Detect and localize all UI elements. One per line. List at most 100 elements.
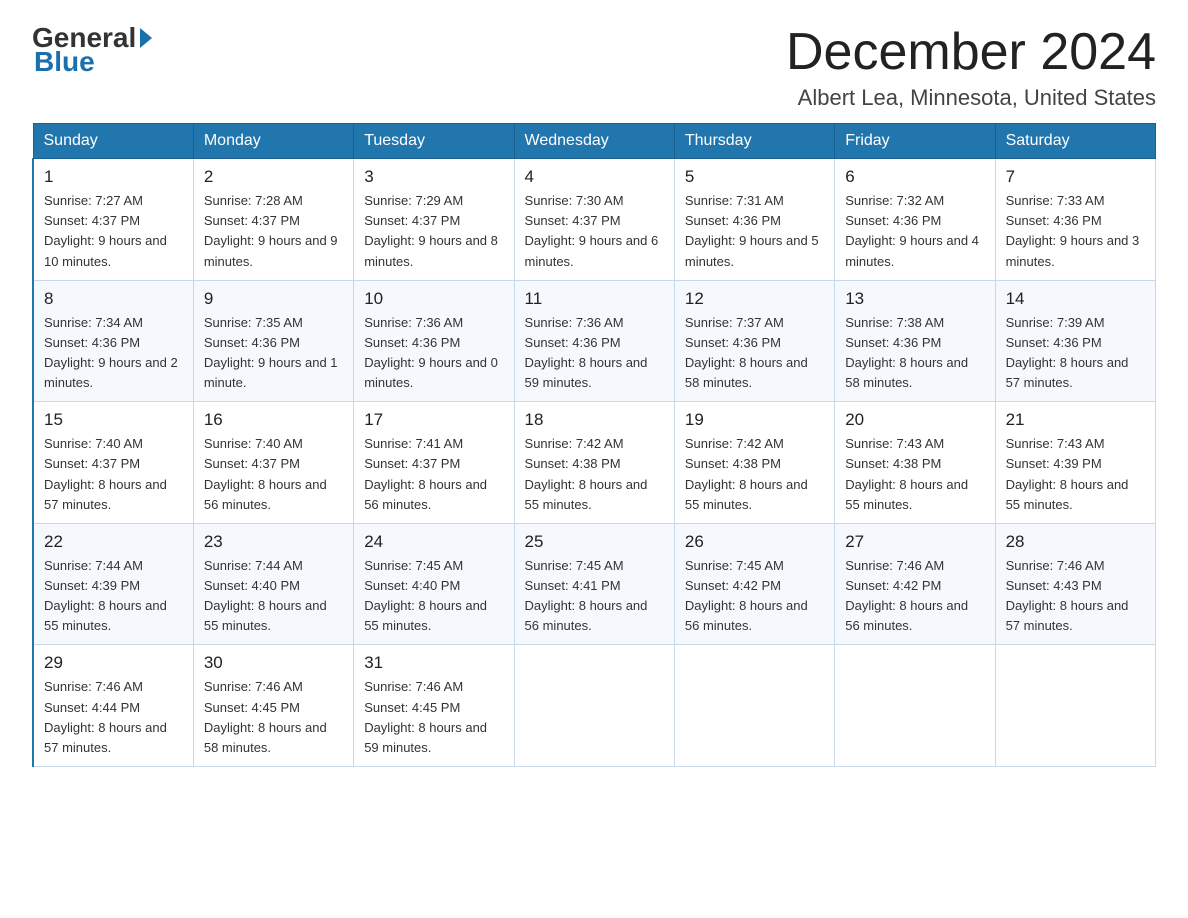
day-info: Sunrise: 7:45 AMSunset: 4:40 PMDaylight:… — [364, 558, 487, 633]
day-number: 11 — [525, 289, 664, 309]
calendar-cell: 22 Sunrise: 7:44 AMSunset: 4:39 PMDaylig… — [33, 523, 193, 645]
day-number: 23 — [204, 532, 343, 552]
day-number: 13 — [845, 289, 984, 309]
calendar-cell — [514, 645, 674, 767]
day-info: Sunrise: 7:38 AMSunset: 4:36 PMDaylight:… — [845, 315, 968, 390]
day-number: 12 — [685, 289, 824, 309]
day-info: Sunrise: 7:32 AMSunset: 4:36 PMDaylight:… — [845, 193, 979, 268]
calendar-cell: 17 Sunrise: 7:41 AMSunset: 4:37 PMDaylig… — [354, 402, 514, 524]
calendar-cell: 3 Sunrise: 7:29 AMSunset: 4:37 PMDayligh… — [354, 159, 514, 281]
day-info: Sunrise: 7:40 AMSunset: 4:37 PMDaylight:… — [44, 436, 167, 511]
day-number: 22 — [44, 532, 183, 552]
calendar-cell: 14 Sunrise: 7:39 AMSunset: 4:36 PMDaylig… — [995, 280, 1155, 402]
day-number: 26 — [685, 532, 824, 552]
day-info: Sunrise: 7:27 AMSunset: 4:37 PMDaylight:… — [44, 193, 167, 268]
calendar-cell: 20 Sunrise: 7:43 AMSunset: 4:38 PMDaylig… — [835, 402, 995, 524]
calendar-cell — [995, 645, 1155, 767]
day-number: 15 — [44, 410, 183, 430]
calendar-cell: 11 Sunrise: 7:36 AMSunset: 4:36 PMDaylig… — [514, 280, 674, 402]
calendar-cell: 26 Sunrise: 7:45 AMSunset: 4:42 PMDaylig… — [674, 523, 834, 645]
calendar-cell: 27 Sunrise: 7:46 AMSunset: 4:42 PMDaylig… — [835, 523, 995, 645]
calendar-cell: 28 Sunrise: 7:46 AMSunset: 4:43 PMDaylig… — [995, 523, 1155, 645]
day-info: Sunrise: 7:34 AMSunset: 4:36 PMDaylight:… — [44, 315, 178, 390]
calendar-week-row: 29 Sunrise: 7:46 AMSunset: 4:44 PMDaylig… — [33, 645, 1156, 767]
day-number: 7 — [1006, 167, 1145, 187]
calendar-week-row: 1 Sunrise: 7:27 AMSunset: 4:37 PMDayligh… — [33, 159, 1156, 281]
calendar-cell: 29 Sunrise: 7:46 AMSunset: 4:44 PMDaylig… — [33, 645, 193, 767]
day-info: Sunrise: 7:41 AMSunset: 4:37 PMDaylight:… — [364, 436, 487, 511]
calendar-cell: 10 Sunrise: 7:36 AMSunset: 4:36 PMDaylig… — [354, 280, 514, 402]
day-number: 31 — [364, 653, 503, 673]
day-number: 18 — [525, 410, 664, 430]
calendar-cell: 12 Sunrise: 7:37 AMSunset: 4:36 PMDaylig… — [674, 280, 834, 402]
calendar-cell: 30 Sunrise: 7:46 AMSunset: 4:45 PMDaylig… — [193, 645, 353, 767]
day-info: Sunrise: 7:39 AMSunset: 4:36 PMDaylight:… — [1006, 315, 1129, 390]
day-number: 2 — [204, 167, 343, 187]
day-info: Sunrise: 7:44 AMSunset: 4:39 PMDaylight:… — [44, 558, 167, 633]
calendar-table: SundayMondayTuesdayWednesdayThursdayFrid… — [32, 123, 1156, 767]
day-info: Sunrise: 7:36 AMSunset: 4:36 PMDaylight:… — [525, 315, 648, 390]
calendar-cell: 8 Sunrise: 7:34 AMSunset: 4:36 PMDayligh… — [33, 280, 193, 402]
day-number: 16 — [204, 410, 343, 430]
calendar-cell: 15 Sunrise: 7:40 AMSunset: 4:37 PMDaylig… — [33, 402, 193, 524]
day-number: 27 — [845, 532, 984, 552]
calendar-cell: 13 Sunrise: 7:38 AMSunset: 4:36 PMDaylig… — [835, 280, 995, 402]
day-number: 8 — [44, 289, 183, 309]
day-info: Sunrise: 7:46 AMSunset: 4:43 PMDaylight:… — [1006, 558, 1129, 633]
calendar-week-row: 22 Sunrise: 7:44 AMSunset: 4:39 PMDaylig… — [33, 523, 1156, 645]
day-number: 17 — [364, 410, 503, 430]
day-info: Sunrise: 7:37 AMSunset: 4:36 PMDaylight:… — [685, 315, 808, 390]
day-info: Sunrise: 7:46 AMSunset: 4:44 PMDaylight:… — [44, 679, 167, 754]
day-info: Sunrise: 7:36 AMSunset: 4:36 PMDaylight:… — [364, 315, 498, 390]
day-info: Sunrise: 7:45 AMSunset: 4:42 PMDaylight:… — [685, 558, 808, 633]
day-number: 10 — [364, 289, 503, 309]
calendar-cell: 31 Sunrise: 7:46 AMSunset: 4:45 PMDaylig… — [354, 645, 514, 767]
calendar-header-row: SundayMondayTuesdayWednesdayThursdayFrid… — [33, 124, 1156, 159]
column-header-tuesday: Tuesday — [354, 124, 514, 159]
calendar-cell: 1 Sunrise: 7:27 AMSunset: 4:37 PMDayligh… — [33, 159, 193, 281]
column-header-monday: Monday — [193, 124, 353, 159]
calendar-week-row: 15 Sunrise: 7:40 AMSunset: 4:37 PMDaylig… — [33, 402, 1156, 524]
calendar-cell: 24 Sunrise: 7:45 AMSunset: 4:40 PMDaylig… — [354, 523, 514, 645]
day-number: 20 — [845, 410, 984, 430]
day-info: Sunrise: 7:43 AMSunset: 4:38 PMDaylight:… — [845, 436, 968, 511]
logo: General Blue — [32, 24, 152, 76]
day-info: Sunrise: 7:43 AMSunset: 4:39 PMDaylight:… — [1006, 436, 1129, 511]
day-info: Sunrise: 7:40 AMSunset: 4:37 PMDaylight:… — [204, 436, 327, 511]
day-number: 29 — [44, 653, 183, 673]
day-number: 6 — [845, 167, 984, 187]
day-number: 30 — [204, 653, 343, 673]
column-header-friday: Friday — [835, 124, 995, 159]
column-header-wednesday: Wednesday — [514, 124, 674, 159]
day-number: 25 — [525, 532, 664, 552]
day-number: 1 — [44, 167, 183, 187]
calendar-cell — [674, 645, 834, 767]
day-number: 3 — [364, 167, 503, 187]
calendar-cell: 6 Sunrise: 7:32 AMSunset: 4:36 PMDayligh… — [835, 159, 995, 281]
calendar-cell: 9 Sunrise: 7:35 AMSunset: 4:36 PMDayligh… — [193, 280, 353, 402]
calendar-cell: 18 Sunrise: 7:42 AMSunset: 4:38 PMDaylig… — [514, 402, 674, 524]
day-info: Sunrise: 7:46 AMSunset: 4:45 PMDaylight:… — [204, 679, 327, 754]
calendar-week-row: 8 Sunrise: 7:34 AMSunset: 4:36 PMDayligh… — [33, 280, 1156, 402]
day-number: 28 — [1006, 532, 1145, 552]
day-info: Sunrise: 7:46 AMSunset: 4:42 PMDaylight:… — [845, 558, 968, 633]
day-info: Sunrise: 7:29 AMSunset: 4:37 PMDaylight:… — [364, 193, 498, 268]
calendar-cell: 5 Sunrise: 7:31 AMSunset: 4:36 PMDayligh… — [674, 159, 834, 281]
calendar-cell: 25 Sunrise: 7:45 AMSunset: 4:41 PMDaylig… — [514, 523, 674, 645]
day-info: Sunrise: 7:45 AMSunset: 4:41 PMDaylight:… — [525, 558, 648, 633]
day-number: 5 — [685, 167, 824, 187]
calendar-cell: 4 Sunrise: 7:30 AMSunset: 4:37 PMDayligh… — [514, 159, 674, 281]
day-number: 14 — [1006, 289, 1145, 309]
day-info: Sunrise: 7:33 AMSunset: 4:36 PMDaylight:… — [1006, 193, 1140, 268]
calendar-cell: 23 Sunrise: 7:44 AMSunset: 4:40 PMDaylig… — [193, 523, 353, 645]
day-info: Sunrise: 7:46 AMSunset: 4:45 PMDaylight:… — [364, 679, 487, 754]
day-info: Sunrise: 7:42 AMSunset: 4:38 PMDaylight:… — [525, 436, 648, 511]
column-header-saturday: Saturday — [995, 124, 1155, 159]
calendar-cell — [835, 645, 995, 767]
day-info: Sunrise: 7:31 AMSunset: 4:36 PMDaylight:… — [685, 193, 819, 268]
day-info: Sunrise: 7:44 AMSunset: 4:40 PMDaylight:… — [204, 558, 327, 633]
column-header-thursday: Thursday — [674, 124, 834, 159]
calendar-cell: 7 Sunrise: 7:33 AMSunset: 4:36 PMDayligh… — [995, 159, 1155, 281]
location-subtitle: Albert Lea, Minnesota, United States — [786, 85, 1156, 111]
day-info: Sunrise: 7:42 AMSunset: 4:38 PMDaylight:… — [685, 436, 808, 511]
